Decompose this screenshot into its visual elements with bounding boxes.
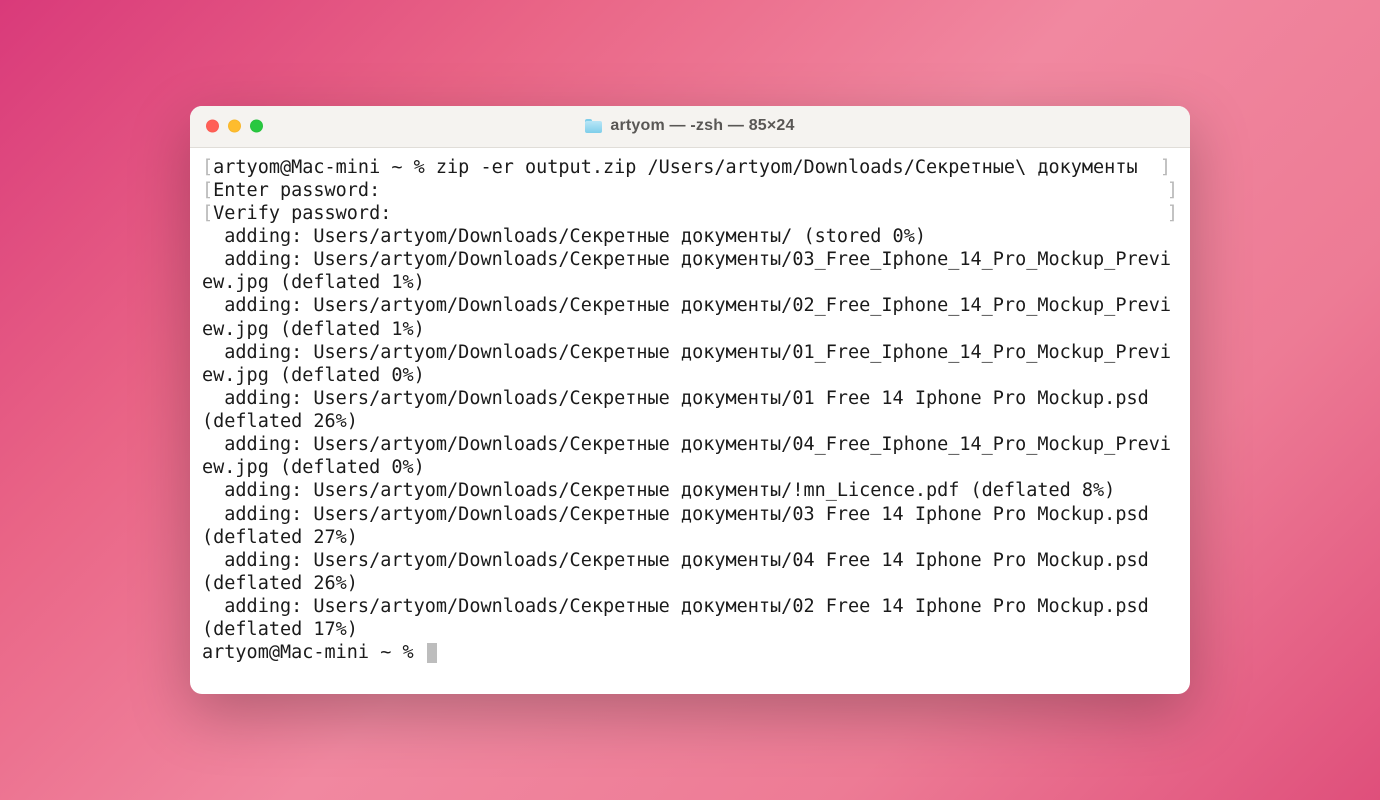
terminal-output[interactable]: [artyom@Mac-mini ~ % zip -er output.zip …: [190, 148, 1190, 695]
enter-password-line: Enter password:: [213, 180, 391, 201]
bracket-close-icon: ]: [1167, 202, 1178, 225]
terminal-body: adding: Users/artyom/Downloads/Секретные…: [202, 226, 1171, 640]
titlebar[interactable]: artyom — -zsh — 85×24: [190, 106, 1190, 148]
prompt-line: artyom@Mac-mini ~ % zip -er output.zip /…: [213, 157, 1160, 178]
zoom-button[interactable]: [250, 120, 263, 133]
terminal-window: artyom — -zsh — 85×24 [artyom@Mac-mini ~…: [190, 106, 1190, 695]
close-button[interactable]: [206, 120, 219, 133]
verify-password-line: Verify password:: [213, 203, 402, 224]
folder-icon: [585, 119, 602, 133]
bracket-open-icon: [: [202, 180, 213, 201]
window-title: artyom — -zsh — 85×24: [190, 117, 1190, 135]
minimize-button[interactable]: [228, 120, 241, 133]
traffic-lights: [206, 120, 263, 133]
window-title-text: artyom — -zsh — 85×24: [610, 117, 794, 135]
cursor: [427, 643, 437, 663]
final-prompt: artyom@Mac-mini ~ %: [202, 642, 425, 663]
bracket-close-icon: ]: [1167, 179, 1178, 202]
bracket-open-icon: [: [202, 157, 213, 178]
bracket-open-icon: [: [202, 203, 213, 224]
bracket-close-icon: ]: [1160, 157, 1171, 178]
